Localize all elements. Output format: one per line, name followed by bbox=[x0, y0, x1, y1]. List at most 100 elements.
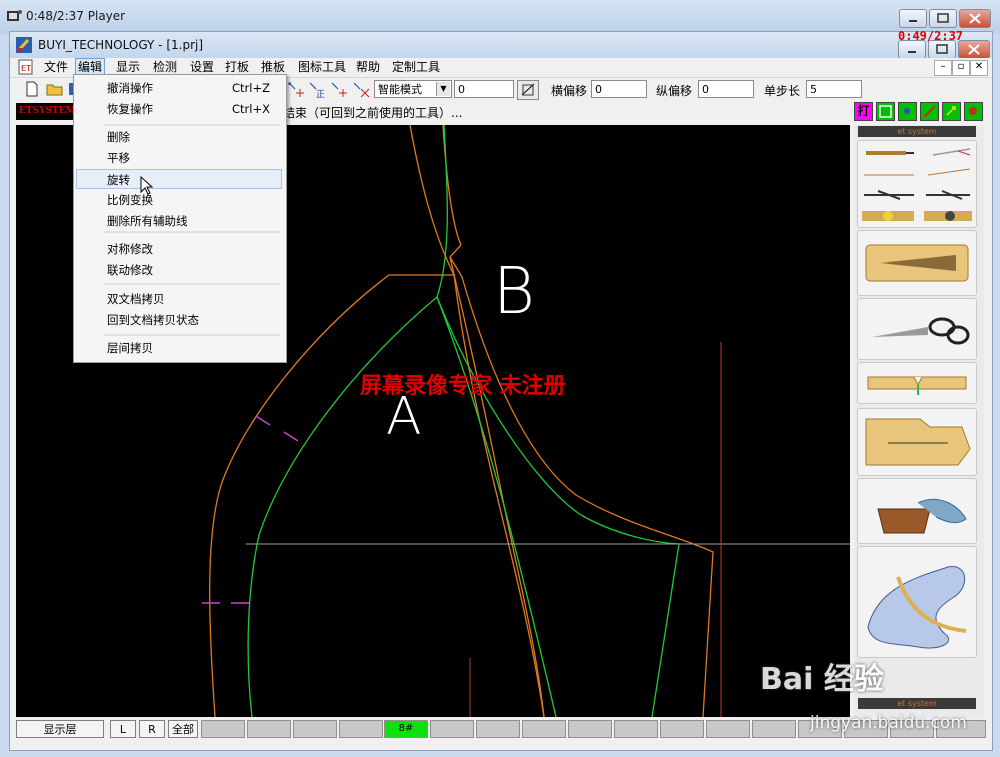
new-file-icon[interactable] bbox=[24, 81, 40, 97]
player-minimize-button[interactable] bbox=[899, 9, 927, 28]
ruler-tool-card[interactable] bbox=[857, 230, 977, 296]
open-folder-icon[interactable] bbox=[46, 81, 64, 97]
layer-cell[interactable] bbox=[476, 720, 520, 738]
layer-cell[interactable] bbox=[293, 720, 337, 738]
app-minimize-button[interactable] bbox=[898, 40, 926, 59]
menu-symmetric-edit[interactable]: 对称修改 bbox=[76, 239, 282, 259]
menu-return-copy-state[interactable]: 回到文档拷贝状态 bbox=[76, 310, 282, 330]
menu-view[interactable]: 显示 bbox=[114, 59, 142, 75]
triangle-ruler-icon bbox=[865, 244, 969, 282]
drafting-tools-card[interactable] bbox=[857, 140, 977, 228]
menu-delete[interactable]: 删除 bbox=[76, 127, 282, 147]
scissors-tool-card[interactable] bbox=[857, 298, 977, 360]
add-point-icon[interactable] bbox=[330, 81, 348, 99]
layer-cell[interactable] bbox=[752, 720, 796, 738]
draft-mode-button[interactable]: 打 bbox=[854, 102, 873, 121]
status-hint: 结束（可回到之前使用的工具）... bbox=[283, 106, 463, 120]
layer-cell-active[interactable]: 8# bbox=[384, 720, 428, 738]
curve-ruler-icon bbox=[867, 566, 967, 649]
menu-dual-doc-copy[interactable]: 双文档拷贝 bbox=[76, 289, 282, 309]
menu-linked-edit-label: 联动修改 bbox=[107, 263, 153, 277]
mouse-cursor-icon bbox=[140, 176, 154, 195]
right-top-toolbar: 打 bbox=[854, 101, 988, 123]
menu-draft[interactable]: 打板 bbox=[223, 59, 251, 75]
menu-undo-shortcut: Ctrl+Z bbox=[232, 81, 270, 95]
player-logo-icon bbox=[7, 10, 22, 21]
value-field[interactable]: 0 bbox=[454, 80, 514, 98]
pattern-piece-b bbox=[449, 256, 714, 717]
mdi-close-button[interactable]: ✕ bbox=[970, 60, 988, 76]
menu-check[interactable]: 检测 bbox=[151, 59, 179, 75]
layer-left-button[interactable]: L bbox=[110, 720, 136, 738]
layer-cell[interactable] bbox=[201, 720, 245, 738]
layer-cell[interactable] bbox=[660, 720, 704, 738]
layer-cell[interactable] bbox=[522, 720, 566, 738]
move-tool-button[interactable] bbox=[942, 102, 961, 121]
menu-redo[interactable]: 恢复操作 Ctrl+X bbox=[76, 99, 282, 119]
menu-delete-guides[interactable]: 删除所有辅助线 bbox=[76, 211, 282, 231]
menu-delete-label: 删除 bbox=[107, 130, 130, 144]
step-input[interactable]: 5 bbox=[806, 80, 862, 98]
menu-undo[interactable]: 撤消操作 Ctrl+Z bbox=[76, 78, 282, 98]
step-label: 单步长 bbox=[764, 84, 801, 98]
mdi-minimize-button[interactable]: – bbox=[934, 60, 952, 76]
layer-cell[interactable] bbox=[430, 720, 474, 738]
settings-tool-button[interactable] bbox=[964, 102, 983, 121]
app-close-button[interactable] bbox=[958, 40, 990, 59]
menu-scale[interactable]: 比例变换 bbox=[76, 190, 282, 210]
seam-lines bbox=[247, 125, 680, 717]
panel-footer: et system bbox=[858, 698, 976, 709]
layer-cell[interactable] bbox=[247, 720, 291, 738]
menu-dual-doc-copy-label: 双文档拷贝 bbox=[107, 292, 165, 306]
player-title: 0:48/2:37 Player bbox=[26, 9, 126, 23]
align-point-icon[interactable]: 正 bbox=[308, 81, 326, 99]
layer-right-button[interactable]: R bbox=[139, 720, 165, 738]
menu-file[interactable]: 文件 bbox=[42, 59, 70, 75]
h-offset-label: 横偏移 bbox=[551, 84, 588, 98]
chevron-down-icon[interactable]: ▼ bbox=[436, 82, 450, 96]
pattern-piece-tool-card[interactable] bbox=[857, 408, 977, 476]
brand-logo: ETSYSTEM bbox=[16, 103, 76, 120]
svg-text:ET: ET bbox=[21, 64, 31, 73]
menu-settings[interactable]: 设置 bbox=[188, 59, 216, 75]
menu-help[interactable]: 帮助 bbox=[354, 59, 382, 75]
svg-text:正: 正 bbox=[316, 90, 325, 99]
menu-layer-copy-label: 层间拷贝 bbox=[107, 341, 153, 355]
diagonal-tool-icon[interactable] bbox=[517, 80, 539, 100]
menu-undo-label: 撤消操作 bbox=[107, 81, 153, 95]
layer-cell[interactable] bbox=[706, 720, 750, 738]
arrows-icon bbox=[946, 106, 956, 116]
menu-layer-copy[interactable]: 层间拷贝 bbox=[76, 338, 282, 358]
point-tool-button[interactable] bbox=[898, 102, 917, 121]
notch-tool-card[interactable] bbox=[857, 362, 977, 404]
mdi-restore-button[interactable]: ▫ bbox=[952, 60, 970, 76]
menu-rotate[interactable]: 旋转 bbox=[76, 169, 282, 189]
player-maximize-button[interactable] bbox=[929, 9, 957, 28]
curve-ruler-tool-card[interactable] bbox=[857, 546, 977, 658]
player-close-button[interactable] bbox=[959, 9, 991, 28]
h-offset-input[interactable]: 0 bbox=[591, 80, 647, 98]
layer-cell[interactable] bbox=[339, 720, 383, 738]
mode-select[interactable]: 智能模式F5 ▼ bbox=[374, 80, 452, 114]
menu-linked-edit[interactable]: 联动修改 bbox=[76, 260, 282, 280]
wash-tool-card[interactable] bbox=[857, 478, 977, 544]
layer-cell[interactable] bbox=[568, 720, 612, 738]
menu-icon-tools[interactable]: 图标工具 bbox=[296, 59, 348, 75]
menu-translate[interactable]: 平移 bbox=[76, 148, 282, 168]
rect-tool-button[interactable] bbox=[876, 102, 895, 121]
slash-icon bbox=[923, 105, 936, 118]
gear-icon bbox=[969, 107, 977, 115]
menu-custom-tools[interactable]: 定制工具 bbox=[390, 59, 442, 75]
display-layer-button[interactable]: 显示层 bbox=[16, 720, 104, 738]
cut-tool-button[interactable] bbox=[920, 102, 939, 121]
layer-cell[interactable] bbox=[614, 720, 658, 738]
move-point-icon[interactable] bbox=[287, 81, 305, 99]
menu-grade[interactable]: 推板 bbox=[259, 59, 287, 75]
app-maximize-button[interactable] bbox=[928, 40, 956, 59]
square-icon bbox=[879, 105, 892, 118]
delete-point-icon[interactable] bbox=[352, 81, 370, 99]
v-offset-input[interactable]: 0 bbox=[698, 80, 754, 98]
doc-icon[interactable]: ET bbox=[18, 59, 34, 75]
layer-all-button[interactable]: 全部 bbox=[168, 720, 198, 738]
menu-symmetric-edit-label: 对称修改 bbox=[107, 242, 153, 256]
